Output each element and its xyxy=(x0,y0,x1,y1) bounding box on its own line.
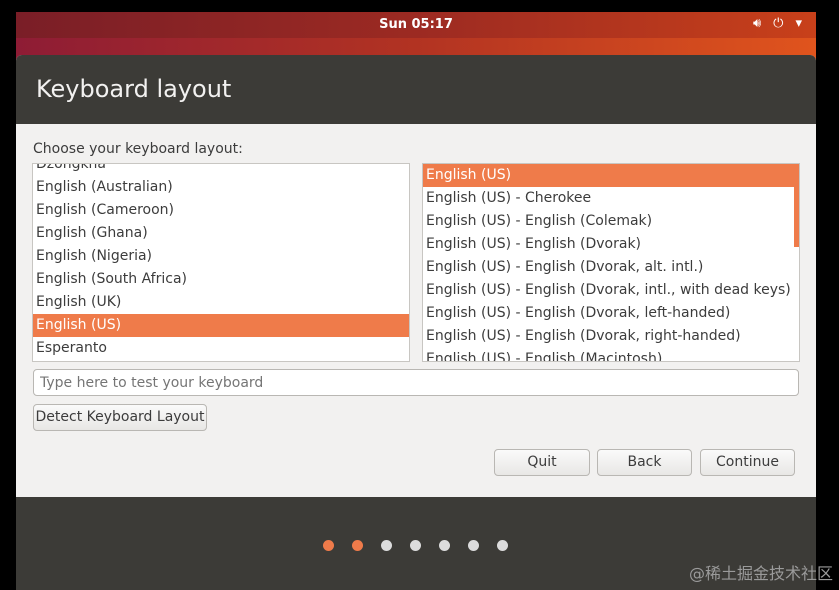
continue-button[interactable]: Continue xyxy=(700,449,795,476)
power-icon[interactable]: ⏻ xyxy=(773,16,783,31)
list-item[interactable]: Dzongkha xyxy=(33,164,409,176)
scrollbar[interactable] xyxy=(794,187,799,247)
keyboard-test-input[interactable] xyxy=(33,369,799,396)
list-item[interactable]: English (US) xyxy=(33,314,409,337)
progress-dot xyxy=(352,540,363,551)
list-item[interactable]: English (US) xyxy=(423,164,799,187)
list-item[interactable]: English (US) - English (Dvorak, left-han… xyxy=(423,302,799,325)
clock[interactable]: Sun 05:17 xyxy=(16,17,816,32)
watermark: @稀土掘金技术社区 xyxy=(688,564,833,583)
list-item[interactable]: English (Cameroon) xyxy=(33,199,409,222)
chevron-down-icon[interactable]: ▾ xyxy=(795,16,802,31)
progress-dot xyxy=(410,540,421,551)
layout-label: Choose your keyboard layout: xyxy=(33,141,243,157)
list-item[interactable]: English (Nigeria) xyxy=(33,245,409,268)
list-item[interactable]: English (US) - English (Dvorak) xyxy=(423,233,799,256)
progress-dot xyxy=(468,540,479,551)
list-item[interactable]: English (Australian) xyxy=(33,176,409,199)
list-item[interactable]: English (US) - English (Dvorak, alt. int… xyxy=(423,256,799,279)
list-item[interactable]: Esperanto xyxy=(33,337,409,360)
list-item[interactable]: English (UK) xyxy=(33,291,409,314)
progress-dot xyxy=(497,540,508,551)
back-button[interactable]: Back xyxy=(597,449,692,476)
list-item[interactable]: English (US) - English (Dvorak, intl., w… xyxy=(423,279,799,302)
progress-dots xyxy=(323,540,508,551)
progress-dot xyxy=(323,540,334,551)
page-title: Keyboard layout xyxy=(16,55,816,124)
list-item[interactable]: English (South Africa) xyxy=(33,268,409,291)
top-bar: Sun 05:17 🔊︎ ⏻ ▾ xyxy=(16,12,816,38)
progress-dot xyxy=(381,540,392,551)
installer-window: Keyboard layout Choose your keyboard lay… xyxy=(16,55,816,590)
progress-dot xyxy=(439,540,450,551)
list-item[interactable]: English (Ghana) xyxy=(33,222,409,245)
layout-list[interactable]: Dzongkha English (Australian) English (Cam… xyxy=(32,163,410,362)
volume-icon[interactable]: 🔊︎ xyxy=(753,16,761,31)
quit-button[interactable]: Quit xyxy=(494,449,590,476)
detect-layout-button[interactable]: Detect Keyboard Layout xyxy=(33,404,207,431)
list-item[interactable]: English (US) - Cherokee xyxy=(423,187,799,210)
list-item[interactable]: English (US) - English (Macintosh) xyxy=(423,348,799,361)
list-item[interactable]: English (US) - English (Colemak) xyxy=(423,210,799,233)
variant-list[interactable]: English (US) English (US) - Cherokee Engli… xyxy=(422,163,800,362)
list-item[interactable]: English (US) - English (Dvorak, right-ha… xyxy=(423,325,799,348)
